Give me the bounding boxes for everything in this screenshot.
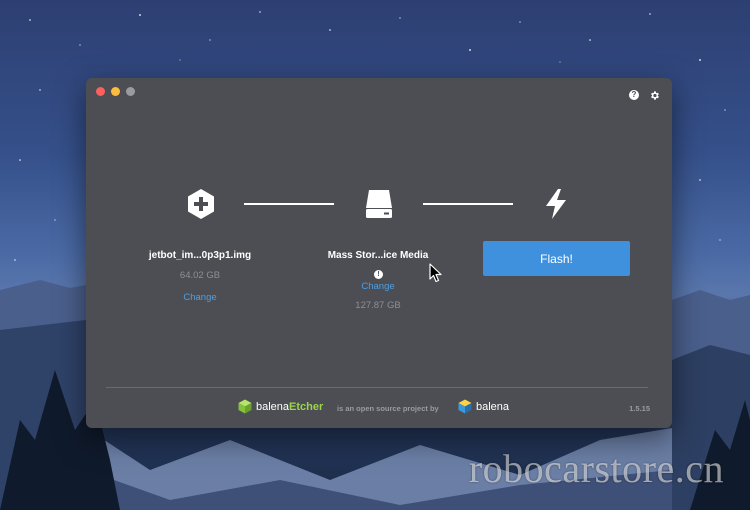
- plus-hexagon-icon[interactable]: [186, 188, 216, 220]
- warning-icon: !: [374, 270, 383, 279]
- top-right-icons: ?: [629, 90, 660, 101]
- brand-suffix: Etcher: [289, 400, 324, 413]
- help-icon[interactable]: ?: [629, 90, 639, 100]
- drive-size: 127.87 GB: [355, 300, 401, 311]
- lightning-bolt-icon: [546, 189, 566, 219]
- flash-button[interactable]: Flash!: [483, 241, 630, 276]
- footer-divider: [106, 387, 648, 388]
- etcher-window: ? jetbot_im...0p3p1.img 64.02 GB Change …: [86, 78, 672, 428]
- etcher-brand[interactable]: balenaEtcher: [238, 399, 323, 414]
- footer: balenaEtcher is an open source project b…: [86, 398, 672, 418]
- image-size: 64.02 GB: [179, 270, 221, 281]
- balena-brand[interactable]: balena: [458, 399, 509, 414]
- footer-tagline: is an open source project by: [337, 404, 439, 413]
- etcher-cube-icon: [238, 399, 252, 414]
- balena-cube-icon: [458, 399, 472, 414]
- minimize-window-button[interactable]: [111, 87, 120, 96]
- balena-brand-text: balena: [476, 400, 510, 413]
- window-controls: [96, 87, 135, 96]
- step-connector-2: [423, 203, 513, 205]
- etcher-brand-text: balenaEtcher: [256, 401, 323, 413]
- version-label: 1.5.15: [629, 404, 650, 413]
- close-window-button[interactable]: [96, 87, 105, 96]
- maximize-window-button[interactable]: [126, 87, 135, 96]
- drive-name: Mass Stor...ice Media: [327, 250, 429, 261]
- watermark-text: robocarstore.cn: [468, 446, 724, 491]
- mouse-cursor-icon: [429, 263, 442, 283]
- step-connector-1: [244, 203, 334, 205]
- image-filename: jetbot_im...0p3p1.img: [148, 250, 252, 261]
- brand-prefix: balena: [256, 400, 290, 413]
- hard-drive-icon: [366, 190, 392, 218]
- gear-icon[interactable]: [649, 90, 660, 101]
- change-image-link[interactable]: Change: [110, 292, 290, 303]
